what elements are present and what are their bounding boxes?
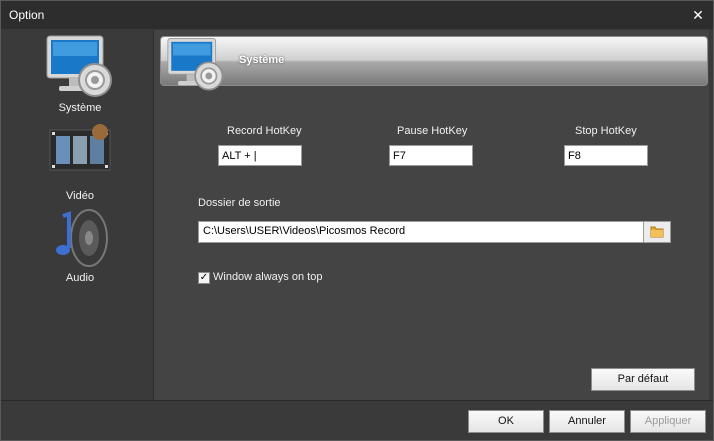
stop-hotkey-label: Stop HotKey	[575, 125, 637, 137]
settings-panel: Système Record HotKey Pause HotKey Stop …	[153, 30, 709, 400]
dialog-footer: OK Annuler Appliquer	[1, 400, 713, 440]
apply-button[interactable]: Appliquer	[630, 410, 706, 433]
record-hotkey-input[interactable]	[218, 145, 302, 166]
output-path-field[interactable]: C:\Users\USER\Videos\Picosmos Record	[198, 221, 671, 243]
pause-hotkey-label: Pause HotKey	[397, 125, 468, 137]
speaker-note-icon	[56, 209, 108, 267]
sidebar-item-label: Système	[58, 102, 102, 114]
browse-folder-button[interactable]	[643, 221, 671, 243]
sidebar-item-label: Vidéo	[66, 190, 94, 202]
monitor-gear-icon	[167, 37, 224, 91]
folder-icon	[650, 226, 664, 238]
close-icon[interactable]: ✕	[689, 6, 707, 24]
output-folder-label: Dossier de sortie	[198, 197, 281, 209]
stop-hotkey-input[interactable]	[564, 145, 648, 166]
cancel-button[interactable]: Annuler	[549, 410, 625, 433]
section-header: Système	[160, 36, 708, 91]
sidebar: Système Vidéo Audio	[7, 30, 153, 400]
section-title: Système	[239, 54, 285, 66]
always-on-top-checkbox[interactable]: ✓	[198, 272, 210, 284]
always-on-top-label: Window always on top	[213, 271, 323, 283]
ok-button[interactable]: OK	[468, 410, 544, 433]
pause-hotkey-input[interactable]	[389, 145, 473, 166]
sidebar-item-label: Audio	[65, 272, 95, 284]
window-title: Option	[9, 8, 45, 22]
monitor-gear-icon	[46, 35, 112, 97]
film-strip-icon	[49, 124, 111, 171]
title-bar: Option ✕	[1, 1, 713, 29]
default-button[interactable]: Par défaut	[591, 368, 695, 391]
option-dialog: Option ✕ Système Vidéo Audio Système Rec…	[0, 0, 714, 441]
record-hotkey-label: Record HotKey	[227, 125, 302, 137]
sidebar-item-audio[interactable]: Audio	[7, 208, 153, 284]
sidebar-item-video[interactable]: Vidéo	[7, 122, 153, 202]
sidebar-item-systeme[interactable]: Système	[7, 32, 153, 114]
